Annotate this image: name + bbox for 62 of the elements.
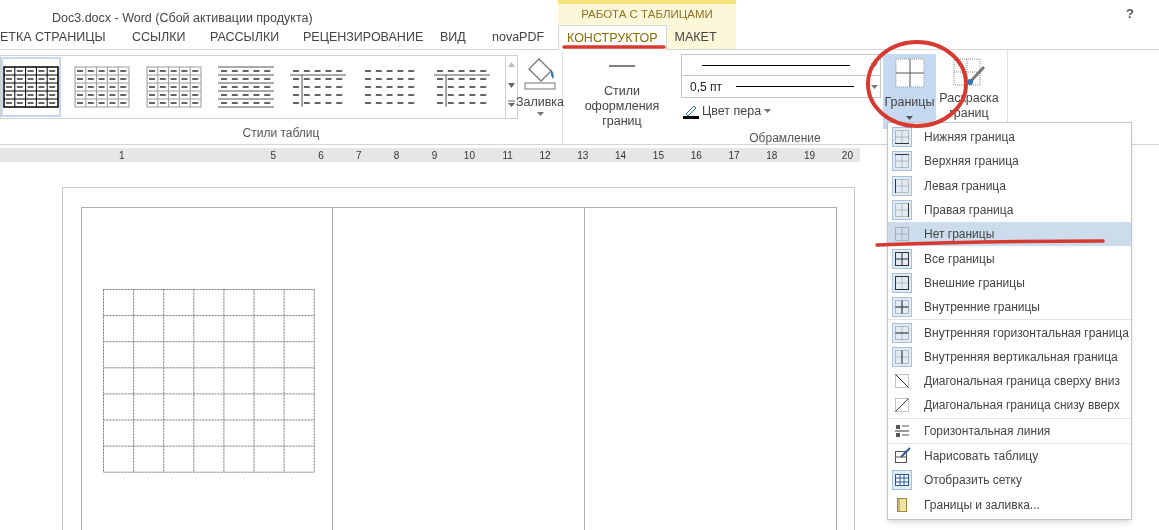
line-style-icon [609, 64, 635, 68]
ruler-number: 8 [392, 148, 400, 163]
menu-item[interactable]: Нарисовать таблицу [888, 443, 1131, 469]
ribbon-tab[interactable]: РЕЦЕНЗИРОВАНИЕ [303, 25, 440, 49]
line-style-dropdown[interactable] [681, 54, 881, 76]
dropdown-icon [871, 63, 878, 67]
line-style-icon [702, 63, 850, 67]
dropdown-icon [871, 84, 878, 89]
menu-item[interactable]: Горизонтальная линия [888, 418, 1131, 443]
ruler-number: 9 [430, 148, 438, 163]
ribbon-tab[interactable]: ЕТКА СТРАНИЦЫ [0, 25, 132, 49]
menu-item[interactable]: Внутренняя вертикальная граница [888, 344, 1131, 369]
ruler-number: 18 [765, 148, 778, 163]
caret-icon [536, 111, 544, 116]
menu-item[interactable]: Диагональная граница сверху вниз [888, 368, 1131, 394]
group-label: Стили таблиц [242, 125, 320, 142]
ruler-number: 5 [270, 148, 276, 163]
table-style-thumbnail[interactable] [1, 57, 61, 117]
ruler-number: 7 [355, 148, 362, 163]
ribbon-tab[interactable]: ВИД [440, 25, 492, 49]
line-weight-dropdown[interactable]: 0,5 пт [681, 76, 881, 98]
caret-icon [906, 115, 913, 120]
menu-item[interactable]: Отобразить сетку [888, 468, 1131, 493]
ruler-number: 1 [118, 148, 125, 163]
group-label: Обрамление [749, 130, 821, 147]
help-button[interactable]: ? [1126, 3, 1134, 25]
pen-color-button[interactable]: Цвет пера [681, 102, 881, 121]
menu-item[interactable]: Верхняя граница [888, 149, 1131, 174]
window-title: Doc3.docx - Word (Сбой активации продукта) [52, 11, 313, 25]
ribbon-tab[interactable]: МАКЕТ [666, 25, 725, 49]
menu-item[interactable]: Левая граница [888, 173, 1131, 198]
menu-item[interactable]: Правая граница [888, 197, 1131, 223]
shading-button[interactable]: Заливка [518, 55, 562, 124]
ruler-number: 19 [803, 148, 816, 163]
borders-icon [894, 58, 925, 88]
menu-item[interactable]: Границы и заливка... [888, 492, 1131, 517]
menu-item[interactable]: Все границы [888, 246, 1131, 271]
context-header: РАБОТА С ТАБЛИЦАМИ [558, 0, 736, 25]
scroll-down-icon[interactable] [508, 83, 515, 88]
border-styles-button[interactable]: Стили оформления границ [563, 54, 681, 129]
ruler-number: 12 [538, 148, 551, 163]
ruler-number: 16 [689, 148, 702, 163]
ribbon-tab[interactable]: novaPDF [492, 25, 558, 49]
border-painter-icon [952, 58, 986, 88]
ruler-number: 20 [840, 148, 853, 163]
menu-item[interactable]: Внутренние границы [888, 295, 1131, 320]
ruler-number: 13 [576, 148, 589, 163]
ruler-number: 15 [651, 148, 664, 163]
line-weight-icon [736, 85, 854, 88]
pen-icon [683, 103, 699, 120]
menu-item[interactable]: Внутренняя горизонтальная граница [888, 320, 1131, 345]
ruler-number: 11 [501, 148, 513, 163]
ruler-number: 14 [614, 148, 627, 163]
ruler-number: 10 [462, 148, 475, 163]
ruler-number: 17 [727, 148, 740, 163]
menu-item[interactable]: Диагональная граница снизу вверх [888, 393, 1131, 418]
more-styles-icon[interactable] [508, 100, 515, 107]
ribbon-tab[interactable]: РАССЫЛКИ [210, 25, 303, 49]
ribbon-tab[interactable]: ССЫЛКИ [132, 25, 210, 49]
caret-icon [764, 109, 772, 114]
menu-item[interactable]: Внешние границы [888, 270, 1131, 296]
ruler-number: 6 [317, 148, 324, 163]
